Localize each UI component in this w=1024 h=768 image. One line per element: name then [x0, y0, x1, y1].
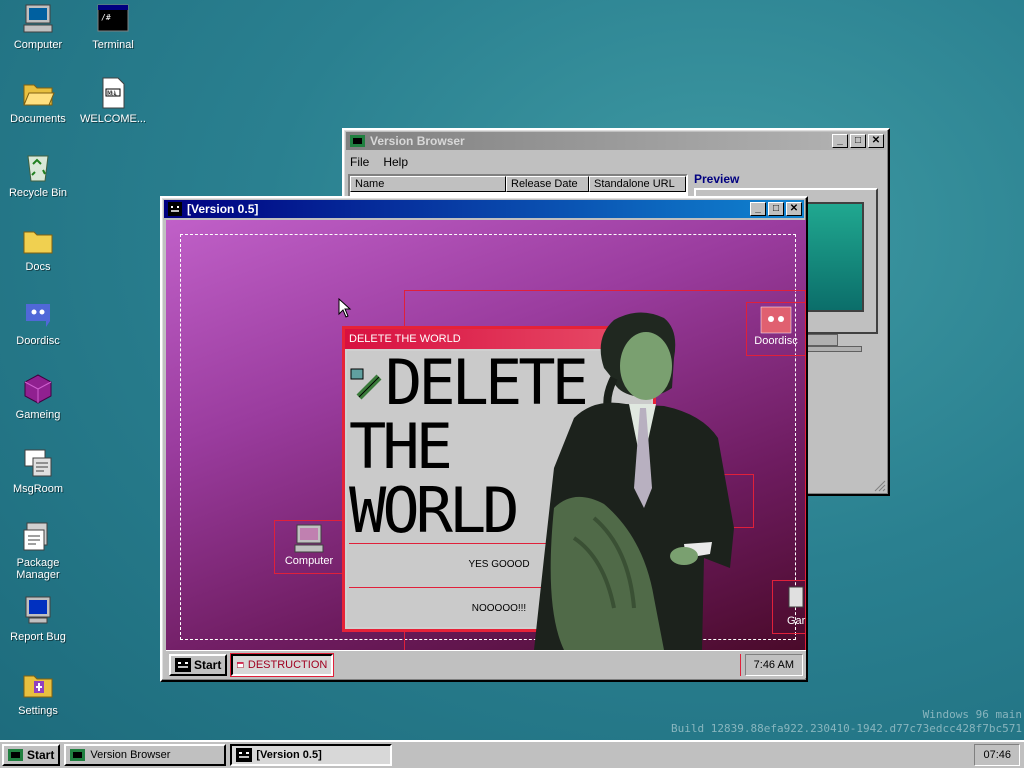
maximize-button[interactable]: □: [850, 134, 866, 148]
desktop-icon-settings[interactable]: Settings: [0, 668, 76, 717]
desktop-icon-label: Terminal: [92, 39, 134, 51]
minimize-button[interactable]: _: [832, 134, 848, 148]
watermark-line-1: Windows 96 main: [922, 708, 1022, 721]
desktop-icon-label: Docs: [25, 261, 51, 273]
start-button[interactable]: Start: [2, 744, 61, 766]
desktop-icon-doordisc[interactable]: Doordisc: [0, 298, 76, 347]
desktop-icon-label: Package Manager: [16, 557, 60, 581]
resize-grip-icon[interactable]: [874, 480, 886, 492]
inner-task-destruction[interactable]: DESTRUCTION: [230, 652, 335, 677]
inner-icon-label: Computer: [284, 555, 334, 567]
inner-icon-computer[interactable]: Computer: [274, 520, 344, 574]
recycle-bin-icon: [27, 155, 49, 182]
desktop-icon-label: Computer: [13, 39, 63, 51]
mouse-cursor-icon: [338, 298, 352, 318]
task-label: DESTRUCTION: [247, 658, 328, 671]
desktop-icon-computer[interactable]: Computer: [0, 2, 76, 51]
smiley-icon: [236, 748, 253, 762]
desktop-icon-docs[interactable]: Docs: [0, 224, 76, 273]
maximize-button[interactable]: □: [768, 202, 784, 216]
desktop-icon-label: Settings: [18, 705, 58, 717]
app-icon: [8, 749, 23, 761]
desktop-icon-terminal[interactable]: /# Terminal: [75, 2, 151, 51]
start-label: Start: [194, 657, 222, 672]
desktop-icon-package-manager[interactable]: Package Manager: [0, 520, 76, 581]
doordisc-icon: [26, 304, 50, 327]
inner-icon-label: Doordisc: [754, 335, 798, 347]
desktop-icon-label: Doordisc: [16, 335, 60, 347]
list-header: Name Release Date Standalone URL: [350, 176, 686, 192]
desktop-icon-label: Report Bug: [10, 631, 66, 643]
markdown-file-icon: M↓: [102, 77, 125, 109]
svg-text:/#: /#: [101, 13, 111, 22]
desktop-icon-label: WELCOME...: [79, 113, 146, 125]
desktop-icon-recycle-bin[interactable]: Recycle Bin: [0, 150, 76, 199]
build-watermark: Windows 96 main Build 12839.88efa922.230…: [671, 708, 1022, 736]
version-05-titlebar[interactable]: [Version 0.5] _ □ ✕: [164, 200, 804, 218]
version-browser-titlebar[interactable]: Version Browser _ □ ✕: [346, 132, 886, 150]
window-title: Version Browser: [370, 134, 465, 148]
close-button[interactable]: ✕: [868, 134, 884, 148]
person-overlay-image: [534, 312, 734, 650]
inner-start-button[interactable]: Start: [169, 653, 228, 676]
terminal-icon: /#: [97, 4, 129, 32]
menu-bar: File Help: [344, 152, 888, 172]
inner-clock: 7:46 AM: [744, 653, 803, 676]
report-bug-icon: [25, 596, 51, 624]
window-icon: [237, 661, 244, 668]
folder-open-icon: [23, 84, 55, 106]
desktop-icon-welcome[interactable]: M↓ WELCOME...: [75, 76, 151, 125]
taskbar-spacer: [337, 653, 741, 676]
task-label: [Version 0.5]: [256, 749, 322, 761]
app-icon: [70, 749, 86, 761]
inner-icon-doordisc[interactable]: Doordisc: [746, 302, 806, 356]
task-version-05[interactable]: [Version 0.5]: [230, 744, 393, 766]
inner-taskbar: Start DESTRUCTION 7:46 AM: [166, 650, 806, 678]
window-title: [Version 0.5]: [187, 202, 259, 216]
doordisc-icon: [760, 306, 792, 334]
desktop-icon-documents[interactable]: Documents: [0, 76, 76, 125]
smiley-icon: [168, 202, 182, 216]
preview-label: Preview: [694, 172, 740, 186]
taskbar: Start Version Browser [Version 0.5] 07:4…: [0, 740, 1024, 768]
task-version-browser[interactable]: Version Browser: [64, 744, 227, 766]
menu-help[interactable]: Help: [383, 155, 408, 169]
monitor-base: [806, 334, 838, 346]
desktop-icon-label: Recycle Bin: [8, 187, 68, 199]
msgroom-icon: [24, 449, 52, 477]
desktop-icon-gameing[interactable]: Gameing: [0, 372, 76, 421]
app-icon: [350, 135, 365, 147]
computer-icon: [294, 524, 324, 553]
close-button[interactable]: ✕: [786, 202, 802, 216]
settings-icon: [23, 675, 53, 698]
desktop-icon-label: Documents: [10, 113, 66, 125]
inner-icon-game[interactable]: Gar: [772, 580, 806, 634]
start-label: Start: [27, 748, 55, 762]
cube-icon: [24, 374, 52, 404]
inner-icon-label: Gar: [787, 615, 806, 627]
smiley-icon: [175, 657, 191, 672]
column-name[interactable]: Name: [350, 176, 506, 192]
desktop-icon-report-bug[interactable]: Report Bug: [0, 594, 76, 643]
desktop-icon-msgroom[interactable]: MsgRoom: [0, 446, 76, 495]
desktop-icon-label: MsgRoom: [12, 483, 64, 495]
column-release-date[interactable]: Release Date: [506, 176, 589, 192]
game-icon: [788, 586, 804, 608]
column-standalone-url[interactable]: Standalone URL: [589, 176, 686, 192]
taskbar-clock: 07:46: [974, 744, 1020, 766]
desktop-icon-label: Gameing: [15, 409, 61, 421]
minimize-button[interactable]: _: [750, 202, 766, 216]
menu-file[interactable]: File: [350, 155, 369, 169]
task-label: Version Browser: [90, 749, 171, 761]
package-manager-icon: [23, 522, 48, 551]
watermark-line-2: Build 12839.88efa922.230410-1942.d77c73e…: [671, 722, 1022, 735]
folder-icon: [23, 231, 53, 254]
svg-text:M↓: M↓: [107, 90, 117, 97]
computer-icon: [23, 4, 53, 33]
